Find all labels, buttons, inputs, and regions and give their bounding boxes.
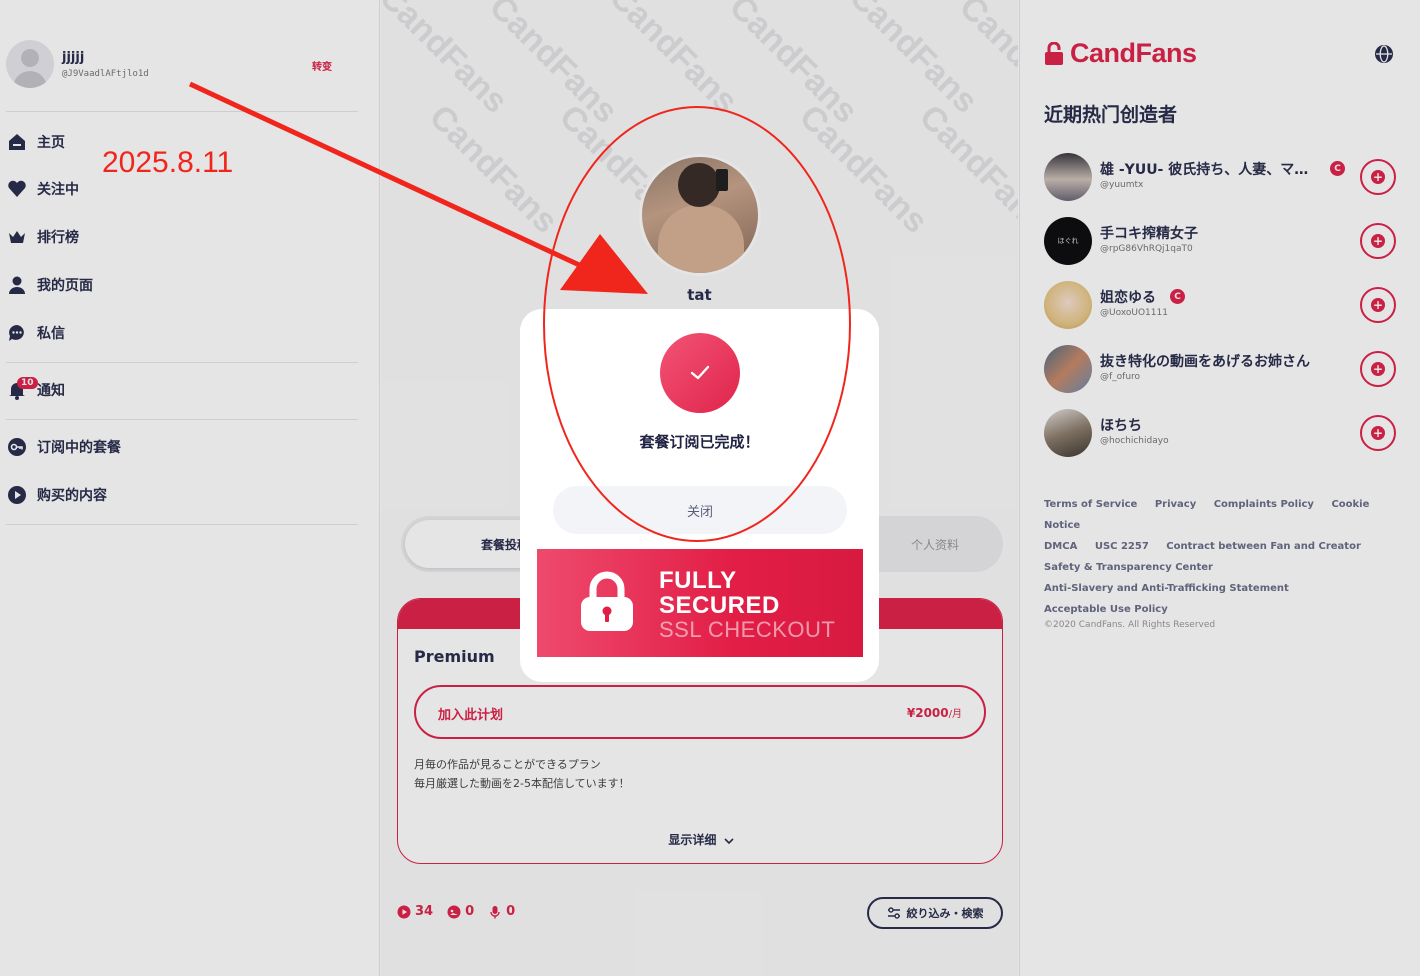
annotation-date: 2025.8.11 [102, 146, 234, 179]
success-check-icon [660, 333, 740, 413]
modal-message: 套餐订阅已完成！ [639, 433, 760, 451]
subscription-complete-modal: 套餐订阅已完成！ 关闭 FULLY SECURED SSL CHECKOUT [520, 309, 879, 682]
ssl-line-1: FULLY [659, 567, 737, 594]
padlock-icon [581, 571, 633, 631]
ssl-line-3: SSL CHECKOUT [659, 617, 836, 642]
close-button[interactable]: 关闭 [553, 486, 847, 534]
ssl-line-2: SECURED [659, 592, 780, 619]
ssl-secured-banner: FULLY SECURED SSL CHECKOUT [537, 549, 863, 657]
